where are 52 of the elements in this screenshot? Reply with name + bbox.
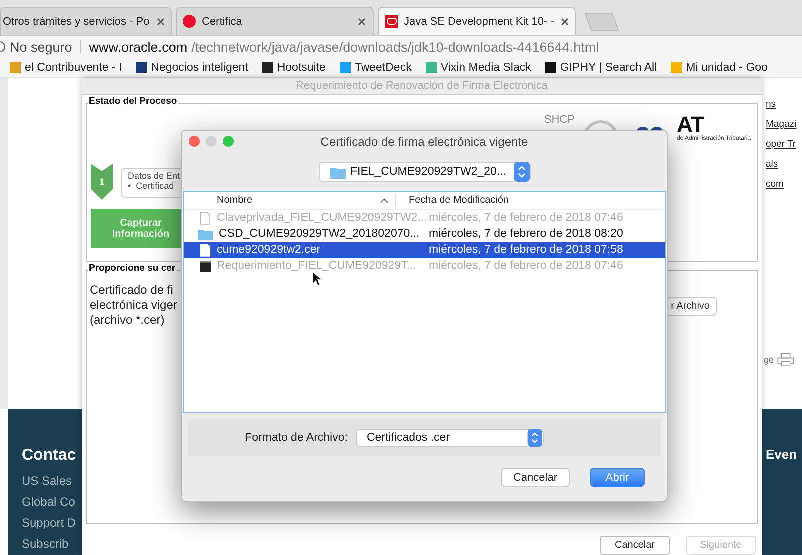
bookmark[interactable]: Hootsuite <box>262 58 326 77</box>
file-name: Requerimiento_FIEL_CUME920929T... <box>217 260 416 272</box>
page-link[interactable]: ns <box>766 95 802 115</box>
footer-link[interactable]: Global Co <box>22 492 76 513</box>
browser-tab[interactable]: Certifica <box>176 7 374 35</box>
window-title: Requerimiento de Renovación de Firma Electrónica <box>82 78 762 95</box>
cancel-button[interactable]: Cancelar <box>600 536 670 555</box>
file-date: miércoles, 7 de febrero de 2018 07:58 <box>429 244 624 256</box>
page-link[interactable]: Magazi <box>766 115 802 135</box>
footer-heading: Contac <box>22 447 76 465</box>
bookmark[interactable]: GIPHY | Search All <box>545 58 658 77</box>
page-link[interactable]: als <box>766 155 802 175</box>
footer-link[interactable]: US Sales <box>22 471 76 492</box>
format-dropdown[interactable]: Certificados .cer <box>356 428 544 446</box>
bookmark[interactable]: Negocios inteligent <box>136 58 248 77</box>
page-link[interactable]: oper Tr <box>766 135 802 155</box>
column-header[interactable]: Fecha de Modificación <box>396 195 510 206</box>
file-date: miércoles, 7 de febrero de 2018 07:46 <box>429 260 624 272</box>
logo-text: SHCP <box>544 114 575 126</box>
file-date: miércoles, 7 de febrero de 2018 07:46 <box>429 212 624 224</box>
folder-dropdown[interactable]: FIEL_CUME920929TW2_20... <box>318 162 530 182</box>
bookmark[interactable]: Mi unidad - Goo <box>671 58 768 77</box>
file-name: Claveprivada_FIEL_CUME920929TW2... <box>217 212 428 224</box>
page-label: ge <box>764 355 774 365</box>
bookmark[interactable]: el Contribuvente - I <box>10 58 122 77</box>
bookmark[interactable]: Vixin Media Slack <box>426 58 532 77</box>
description-text: Certificado de fi electrónica viger (archivo *.cer) <box>90 282 178 328</box>
logo-text: AT <box>676 114 705 136</box>
step-title: Datos de Ent <box>128 171 182 181</box>
file-date: miércoles, 7 de febrero de 2018 08:20 <box>429 228 624 240</box>
cancel-button[interactable]: Cancelar <box>501 468 570 487</box>
browser-tab[interactable]: Otros trámites y servicios - Po <box>0 7 172 35</box>
file-name: cume920929tw2.cer <box>217 244 321 256</box>
url-path: /technetwork/java/javase/downloads/jdk10-downloads-4416644.html <box>192 40 600 54</box>
address-bar[interactable]: No seguro www.oracle.com /technetwork/java/javase/downloads/jdk10-downloads-4416644.html <box>0 36 802 58</box>
step-item: • Certificad <box>128 181 176 191</box>
step-badge: 1 <box>91 164 113 200</box>
url-host: www.oracle.com <box>89 40 188 54</box>
file-name: CSD_CUME920929TW2_201802070... <box>219 228 420 240</box>
browser-tab[interactable]: Java SE Development Kit 10- - <box>378 7 576 35</box>
footer-link[interactable]: Support D <box>22 513 76 534</box>
footer-link[interactable]: Subscrib <box>22 534 76 555</box>
format-label: Formato de Archivo: <box>245 432 348 444</box>
security-label: No seguro <box>10 40 72 54</box>
section-legend: Estado del Proceso <box>88 96 178 107</box>
column-header[interactable]: Nombre <box>184 195 396 206</box>
file-row[interactable]: cume920929tw2.cer miércoles, 7 de febrero de 2018 07:58 <box>184 242 665 258</box>
bookmark[interactable]: TweetDeck <box>340 58 412 77</box>
page-link[interactable]: com <box>766 175 802 195</box>
section-legend: Proporcione su cer <box>88 262 177 274</box>
dialog-title: Certificado de firma electrónica vigente <box>320 135 528 149</box>
footer-heading: Even <box>766 447 798 464</box>
